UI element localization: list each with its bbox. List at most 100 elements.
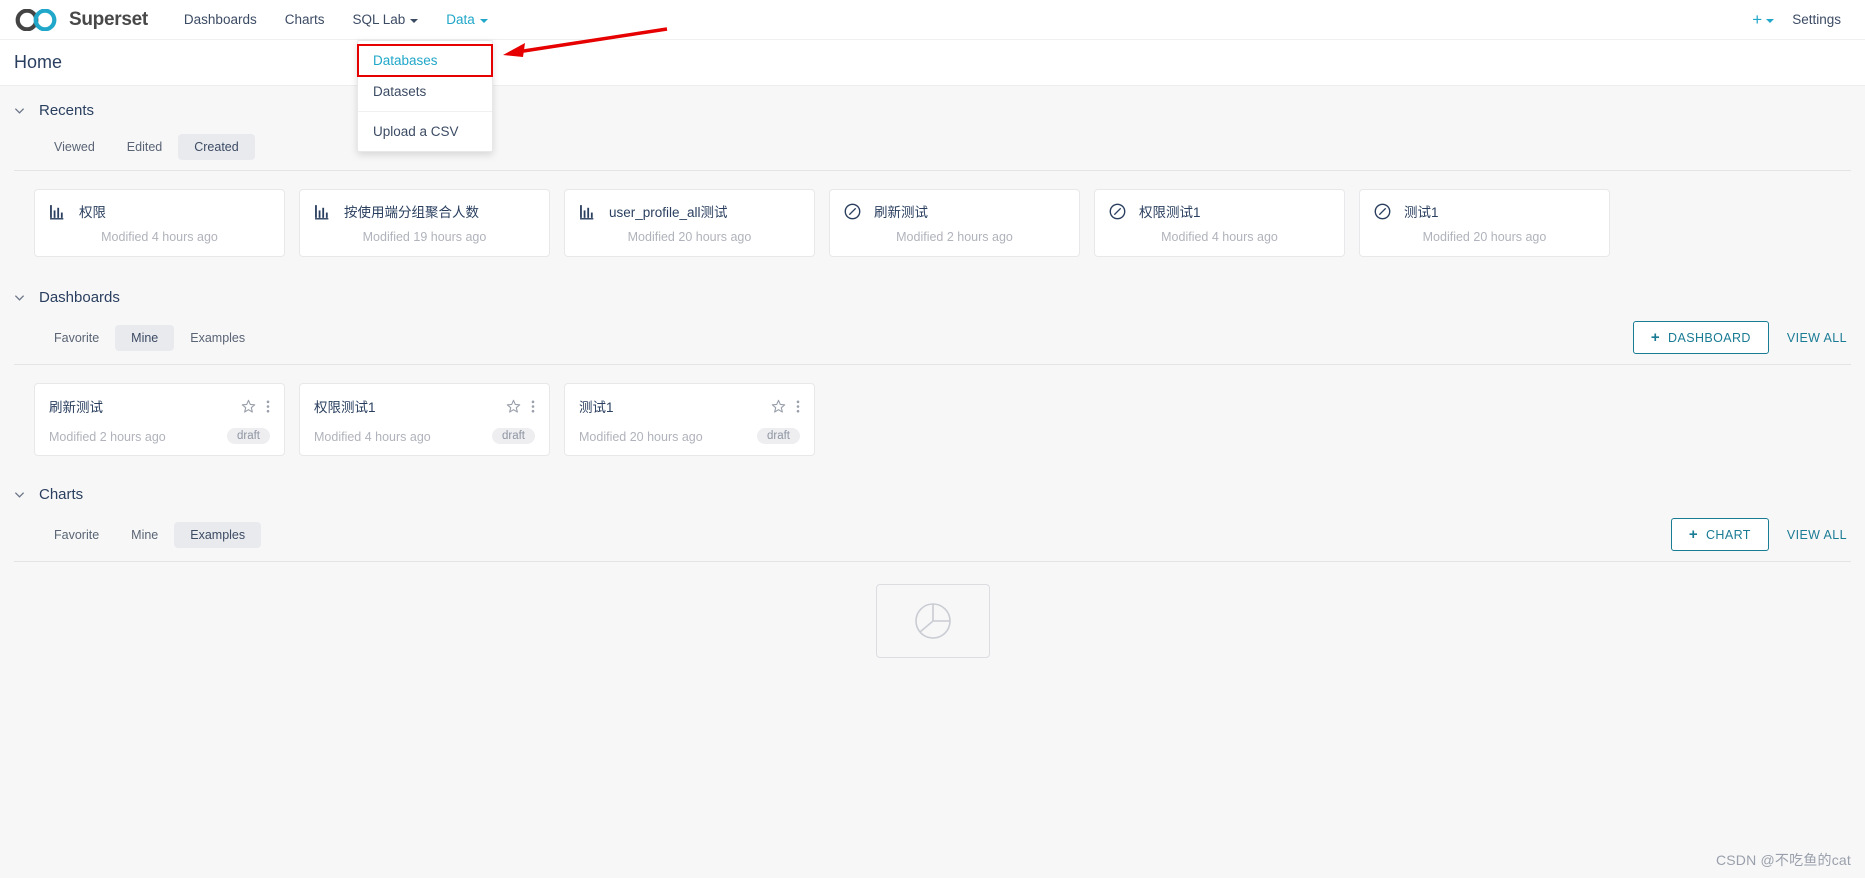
recent-card-subtitle: Modified 2 hours ago — [896, 230, 1013, 244]
dashboards-title: Dashboards — [39, 289, 120, 306]
tab-created[interactable]: Created — [178, 134, 255, 160]
tab-favorite[interactable]: Favorite — [38, 522, 115, 548]
dashboard-card-footer: Modified 4 hours ago draft — [314, 428, 535, 444]
nav-item-label: SQL Lab — [352, 12, 406, 27]
recent-card-subtitle: Modified 4 hours ago — [1161, 230, 1278, 244]
plus-icon: + — [1752, 9, 1763, 29]
recent-card[interactable]: 按使用端分组聚合人数 Modified 19 hours ago — [299, 189, 550, 257]
page-title: Home — [14, 52, 63, 72]
recent-card[interactable]: 权限 Modified 4 hours ago — [34, 189, 285, 257]
dashboard-icon — [1374, 203, 1391, 219]
dropdown-item-databases[interactable]: Databases — [357, 44, 493, 77]
dashboard-card[interactable]: 刷新测试 Modified 2 hours ago draft — [34, 383, 285, 456]
new-item-button[interactable]: + — [1744, 4, 1782, 36]
charts-empty-state — [0, 562, 1865, 658]
tab-examples[interactable]: Examples — [174, 521, 262, 548]
dropdown-item-upload-csv[interactable]: Upload a CSV — [358, 116, 492, 147]
dashboards-collapse-header[interactable]: Dashboards — [0, 273, 1865, 313]
tab-examples[interactable]: Examples — [174, 325, 261, 351]
data-dropdown-menu: Databases Datasets Upload a CSV — [357, 40, 493, 152]
page-header: Home — [0, 40, 1865, 86]
tab-favorite[interactable]: Favorite — [38, 325, 115, 351]
recent-card-subtitle: Modified 20 hours ago — [1422, 230, 1547, 244]
nav-item-data[interactable]: Data — [432, 2, 502, 37]
recents-collapse-header[interactable]: Recents — [0, 86, 1865, 126]
view-all-label: VIEW ALL — [1786, 330, 1847, 345]
top-navbar: Superset Dashboards Charts SQL Lab Data … — [0, 0, 1865, 40]
tab-label: Created — [194, 140, 239, 154]
dashboards-card-list: 刷新测试 Modified 2 hours ago draft 权限测试1 Mo… — [0, 365, 1865, 470]
tab-label: Mine — [131, 527, 159, 542]
dashboard-card-title: 刷新测试 — [49, 400, 103, 415]
plus-icon: + — [1650, 329, 1661, 346]
view-all-charts-link[interactable]: VIEW ALL — [1787, 528, 1847, 542]
chevron-down-icon — [14, 492, 25, 498]
recent-card-title: 权限 — [79, 205, 106, 220]
bar-chart-icon — [580, 204, 594, 219]
nav-item-dashboards[interactable]: Dashboards — [170, 2, 271, 37]
star-icon[interactable] — [506, 399, 521, 414]
nav-items: Dashboards Charts SQL Lab Data — [170, 2, 502, 37]
dashboard-card-subtitle: Modified 2 hours ago — [49, 430, 166, 444]
add-chart-button[interactable]: + CHART — [1670, 518, 1769, 551]
more-options-icon[interactable] — [796, 399, 800, 414]
chevron-down-icon — [410, 18, 419, 23]
recent-card-title: user_profile_all测试 — [609, 205, 728, 220]
brand-logo-group[interactable]: Superset — [14, 8, 148, 31]
dropdown-item-label: Upload a CSV — [373, 124, 459, 139]
dashboard-card-subtitle: Modified 4 hours ago — [314, 430, 431, 444]
tab-label: Viewed — [54, 140, 95, 154]
tab-mine[interactable]: Mine — [115, 324, 175, 351]
star-icon[interactable] — [771, 399, 786, 414]
watermark: CSDN @不吃鱼的cat — [1715, 852, 1851, 868]
status-badge: draft — [756, 428, 800, 444]
recent-card[interactable]: 刷新测试 Modified 2 hours ago — [829, 189, 1080, 257]
superset-logo-icon — [15, 8, 57, 31]
charts-actions: + CHART VIEW ALL — [1670, 518, 1851, 551]
dashboard-card[interactable]: 测试1 Modified 20 hours ago draft — [564, 383, 815, 456]
brand-name: Superset — [69, 8, 148, 30]
tab-mine[interactable]: Mine — [115, 522, 174, 548]
recent-card[interactable]: 权限测试1 Modified 4 hours ago — [1094, 189, 1345, 257]
charts-collapse-header[interactable]: Charts — [0, 470, 1865, 510]
charts-tabs: Favorite Mine Examples + CHART VIEW ALL — [0, 510, 1865, 561]
dashboard-card-header: 刷新测试 — [49, 396, 270, 416]
more-options-icon[interactable] — [531, 399, 535, 414]
dropdown-divider — [358, 111, 492, 112]
recent-card-subtitle: Modified 4 hours ago — [101, 230, 218, 244]
dashboard-card[interactable]: 权限测试1 Modified 4 hours ago draft — [299, 383, 550, 456]
nav-item-label: Data — [446, 12, 475, 27]
dropdown-item-datasets[interactable]: Datasets — [358, 76, 492, 107]
recents-card-list: 权限 Modified 4 hours ago 按使用端分组聚合人数 Modif… — [0, 171, 1865, 273]
dashboard-card-actions — [241, 399, 270, 414]
recent-card-header: 刷新测试 — [844, 201, 1065, 221]
recent-card-header: 权限测试1 — [1109, 201, 1330, 221]
nav-item-settings[interactable]: Settings — [1786, 2, 1847, 37]
dashboard-card-header: 测试1 — [579, 396, 800, 416]
dashboard-card-title: 测试1 — [579, 400, 614, 415]
dashboard-card-footer: Modified 2 hours ago draft — [49, 428, 270, 444]
recent-card[interactable]: user_profile_all测试 Modified 20 hours ago — [564, 189, 815, 257]
star-icon[interactable] — [241, 399, 256, 414]
recent-card[interactable]: 测试1 Modified 20 hours ago — [1359, 189, 1610, 257]
dashboards-actions: + DASHBOARD VIEW ALL — [1632, 321, 1851, 354]
dashboard-card-actions — [771, 399, 800, 414]
nav-item-label: Charts — [284, 12, 325, 27]
recent-card-title: 测试1 — [1404, 205, 1439, 220]
dashboard-icon — [1109, 203, 1126, 219]
dashboard-card-header: 权限测试1 — [314, 396, 535, 416]
dropdown-item-label: Databases — [373, 53, 438, 68]
main-content: Recents Viewed Edited Created 权限 Modifie… — [0, 86, 1865, 658]
tab-edited[interactable]: Edited — [111, 134, 178, 160]
add-chart-label: CHART — [1705, 527, 1751, 542]
view-all-dashboards-link[interactable]: VIEW ALL — [1787, 331, 1847, 345]
nav-item-charts[interactable]: Charts — [271, 2, 339, 37]
dashboard-icon — [844, 203, 861, 219]
tab-viewed[interactable]: Viewed — [38, 134, 111, 160]
dashboard-card-title: 权限测试1 — [314, 400, 376, 415]
recent-card-header: 按使用端分组聚合人数 — [314, 201, 535, 221]
more-options-icon[interactable] — [266, 399, 270, 414]
add-dashboard-button[interactable]: + DASHBOARD — [1632, 321, 1769, 354]
nav-item-sql-lab[interactable]: SQL Lab — [338, 2, 432, 37]
recent-card-header: user_profile_all测试 — [579, 201, 800, 221]
